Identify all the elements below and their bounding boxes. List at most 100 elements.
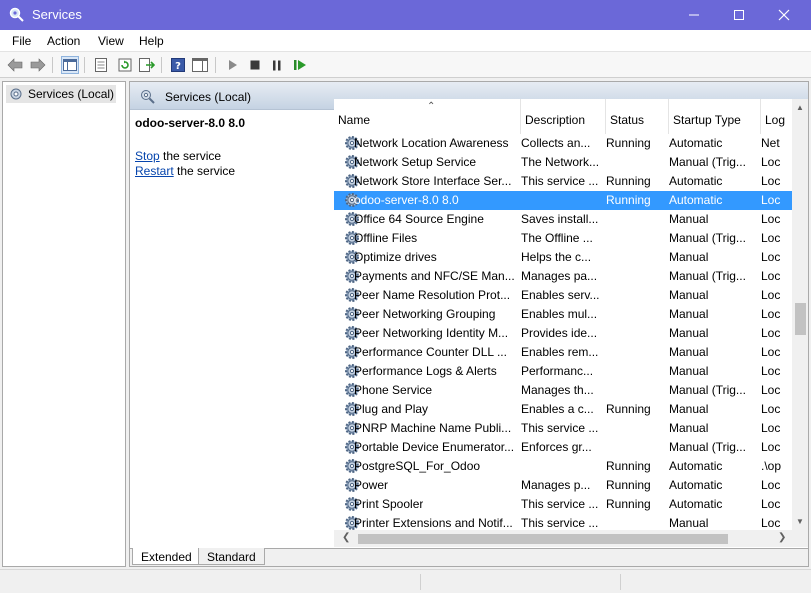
service-row[interactable]: Phone Service Manages th... Manual (Trig..… bbox=[334, 381, 792, 400]
service-row[interactable]: PostgreSQL_For_Odoo Running Automatic .\op bbox=[334, 457, 792, 476]
column-status-label: Status bbox=[610, 113, 645, 127]
maximize-button[interactable] bbox=[716, 0, 762, 30]
horizontal-scroll-thumb[interactable] bbox=[358, 534, 728, 544]
service-row[interactable]: Power Manages p... Running Automatic Loc bbox=[334, 476, 792, 495]
view-tabs: Extended Standard bbox=[130, 548, 808, 566]
service-row[interactable]: Peer Name Resolution Prot... Enables serv… bbox=[334, 286, 792, 305]
service-row[interactable]: Network Setup Service The Network... Manua… bbox=[334, 153, 792, 172]
refresh-button[interactable] bbox=[116, 56, 134, 74]
menu-help[interactable]: Help bbox=[139, 34, 164, 48]
service-row[interactable]: Performance Logs & Alerts Performanc... Ma… bbox=[334, 362, 792, 381]
status-bar bbox=[0, 569, 811, 593]
service-row[interactable]: Network Store Interface Ser... This servi… bbox=[334, 172, 792, 191]
restart-service-link[interactable]: Restart bbox=[135, 164, 174, 178]
cell-logon: Loc bbox=[761, 364, 781, 378]
cell-logon: Loc bbox=[761, 421, 781, 435]
menu-view[interactable]: View bbox=[98, 34, 124, 48]
cell-description: Enables serv... bbox=[521, 288, 600, 302]
pause-service-button[interactable] bbox=[268, 56, 286, 74]
scroll-down-icon[interactable]: ▼ bbox=[796, 517, 804, 526]
cell-name: Optimize drives bbox=[354, 250, 437, 264]
service-row[interactable]: Portable Device Enumerator... Enforces gr… bbox=[334, 438, 792, 457]
cell-name: Network Location Awareness bbox=[354, 136, 509, 150]
cell-startup: Manual (Trig... bbox=[669, 383, 746, 397]
stop-action-line: Stop the service bbox=[135, 149, 221, 163]
back-button[interactable] bbox=[6, 56, 24, 74]
cell-description: This service ... bbox=[521, 174, 599, 188]
scroll-left-icon[interactable]: ❮ bbox=[342, 532, 350, 543]
restart-service-button[interactable] bbox=[291, 56, 309, 74]
service-row[interactable]: Peer Networking Grouping Enables mul... Ma… bbox=[334, 305, 792, 324]
cell-startup: Manual bbox=[669, 345, 709, 359]
cell-logon: Loc bbox=[761, 497, 781, 511]
cell-name: Phone Service bbox=[354, 383, 433, 397]
cell-startup: Manual (Trig... bbox=[669, 231, 746, 245]
scroll-right-icon[interactable]: ❯ bbox=[778, 532, 786, 543]
column-header-startup-type[interactable]: Startup Type bbox=[669, 99, 761, 134]
service-row[interactable]: Offline Files The Offline ... Manual (Trig… bbox=[334, 229, 792, 248]
cell-description: Manages p... bbox=[521, 478, 591, 492]
stop-icon bbox=[250, 60, 260, 70]
cell-description: Enables mul... bbox=[521, 307, 598, 321]
status-bar-divider bbox=[620, 574, 621, 590]
column-header-log-on-as[interactable]: Log bbox=[761, 99, 792, 134]
scroll-up-icon[interactable]: ▲ bbox=[796, 103, 804, 112]
cell-status: Running bbox=[606, 497, 651, 511]
cell-startup: Automatic bbox=[669, 193, 723, 207]
close-button[interactable] bbox=[761, 0, 807, 30]
tab-standard[interactable]: Standard bbox=[198, 548, 265, 565]
service-row[interactable]: Performance Counter DLL ... Enables rem..… bbox=[334, 343, 792, 362]
menu-file[interactable]: File bbox=[12, 34, 31, 48]
tab-extended[interactable]: Extended bbox=[132, 548, 201, 565]
vertical-scrollbar[interactable]: ▲ ▼ bbox=[792, 99, 808, 530]
tree-item-services-local[interactable]: Services (Local) bbox=[6, 85, 116, 103]
service-row[interactable]: Office 64 Source Engine Saves install... M… bbox=[334, 210, 792, 229]
show-action-pane-button[interactable] bbox=[191, 56, 209, 74]
cell-name: Power bbox=[354, 478, 389, 492]
forward-button[interactable] bbox=[29, 56, 47, 74]
minimize-icon bbox=[689, 14, 699, 16]
service-row[interactable]: Network Location Awareness Collects an...… bbox=[334, 134, 792, 153]
cell-logon: Loc bbox=[761, 269, 781, 283]
service-row[interactable]: Printer Extensions and Notif... This serv… bbox=[334, 514, 792, 530]
column-header-status[interactable]: Status bbox=[606, 99, 669, 134]
stop-service-button[interactable] bbox=[246, 56, 264, 74]
cell-startup: Manual bbox=[669, 516, 709, 530]
sort-ascending-icon: ⌃ bbox=[427, 101, 436, 112]
cell-description: Collects an... bbox=[521, 136, 591, 150]
services-app-icon bbox=[9, 7, 24, 22]
service-row[interactable]: PNRP Machine Name Publi... This service .… bbox=[334, 419, 792, 438]
service-row[interactable]: Optimize drives Helps the c... Manual Loc bbox=[334, 248, 792, 267]
service-row[interactable]: Payments and NFC/SE Man... Manages pa... M… bbox=[334, 267, 792, 286]
service-row[interactable]: odoo-server-8.0 8.0 Running Automatic Loc bbox=[334, 191, 792, 210]
refresh-icon bbox=[118, 58, 132, 72]
minimize-button[interactable] bbox=[671, 0, 717, 30]
cell-description: Manages th... bbox=[521, 383, 594, 397]
properties-button[interactable] bbox=[92, 56, 110, 74]
cell-startup: Automatic bbox=[669, 174, 723, 188]
svg-text:?: ? bbox=[175, 61, 181, 72]
service-row[interactable]: Peer Networking Identity M... Provides id… bbox=[334, 324, 792, 343]
menu-action[interactable]: Action bbox=[47, 34, 80, 48]
selected-service-name: odoo-server-8.0 8.0 bbox=[135, 116, 246, 130]
cell-name: Network Store Interface Ser... bbox=[354, 174, 512, 188]
menu-bar: File Action View Help bbox=[0, 30, 811, 52]
cell-startup: Manual bbox=[669, 288, 709, 302]
stop-service-link[interactable]: Stop bbox=[135, 149, 160, 163]
service-row[interactable]: Print Spooler This service ... Running Auto… bbox=[334, 495, 792, 514]
service-row[interactable]: Plug and Play Enables a c... Running Manual… bbox=[334, 400, 792, 419]
window-title: Services bbox=[32, 7, 82, 22]
cell-name: PNRP Machine Name Publi... bbox=[354, 421, 512, 435]
vertical-scroll-thumb[interactable] bbox=[795, 303, 806, 335]
start-service-button[interactable] bbox=[224, 56, 242, 74]
column-header-name[interactable]: Name ⌃ bbox=[334, 99, 521, 134]
horizontal-scrollbar[interactable]: ❮ ❯ bbox=[334, 530, 792, 547]
cell-logon: Loc bbox=[761, 516, 781, 530]
services-list: Name ⌃ Description Status Startup Type L… bbox=[334, 99, 808, 547]
show-hide-console-tree-button[interactable] bbox=[61, 56, 79, 74]
column-header-description[interactable]: Description bbox=[521, 99, 606, 134]
help-button[interactable]: ? bbox=[169, 56, 187, 74]
cell-description: Performanc... bbox=[521, 364, 594, 378]
cell-startup: Manual bbox=[669, 402, 709, 416]
export-list-button[interactable] bbox=[138, 56, 156, 74]
